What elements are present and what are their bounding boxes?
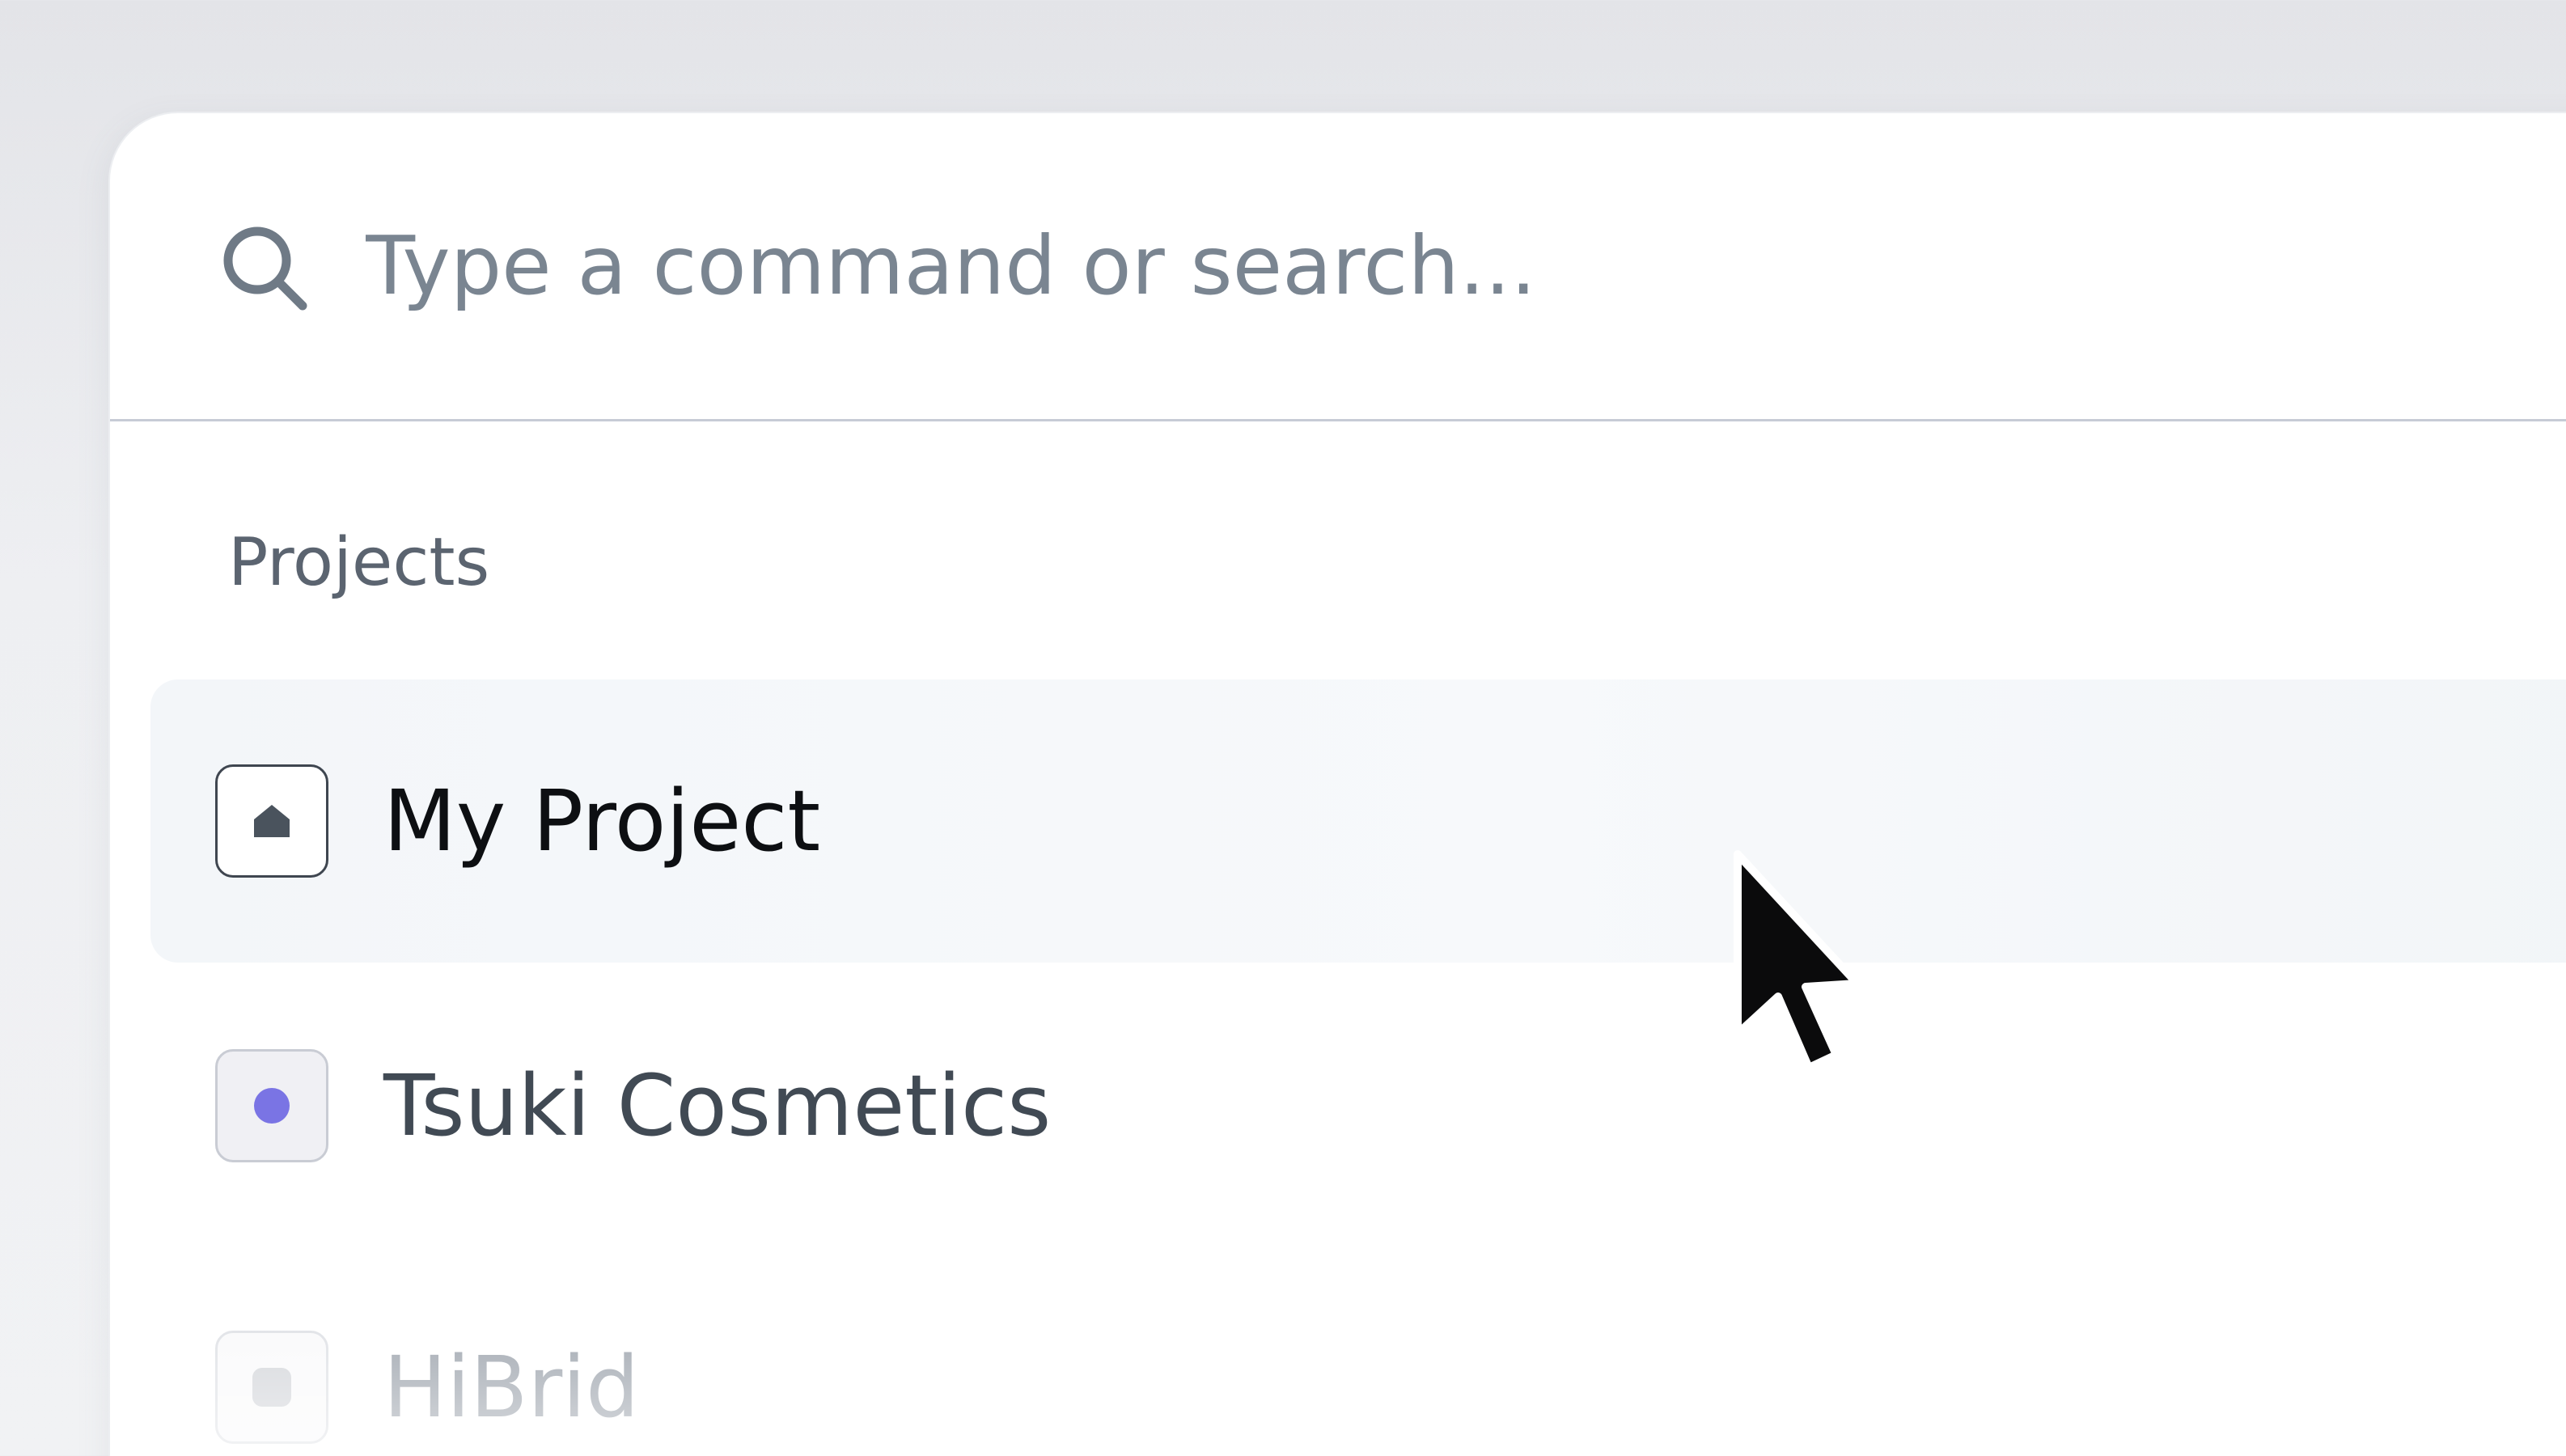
- purple-dot-icon: [215, 1049, 328, 1162]
- home-icon: [215, 764, 328, 878]
- project-item-my-project[interactable]: My Project: [150, 679, 2566, 963]
- search-bar: [110, 113, 2566, 421]
- project-item-tsuki-cosmetics[interactable]: Tsuki Cosmetics: [150, 964, 2566, 1247]
- search-input[interactable]: [366, 209, 2307, 322]
- command-palette: Projects My Project Tsuki Cosmetics HiBr…: [110, 113, 2566, 1456]
- search-icon: [223, 226, 307, 311]
- project-item-hibrid[interactable]: HiBrid: [150, 1246, 2566, 1456]
- project-label: HiBrid: [383, 1338, 640, 1437]
- mouse-pointer-icon: [1734, 850, 1859, 1072]
- gray-square-icon: [215, 1331, 328, 1444]
- project-label: Tsuki Cosmetics: [383, 1056, 1052, 1155]
- group-label-projects: Projects: [228, 524, 490, 601]
- project-label: My Project: [383, 772, 821, 870]
